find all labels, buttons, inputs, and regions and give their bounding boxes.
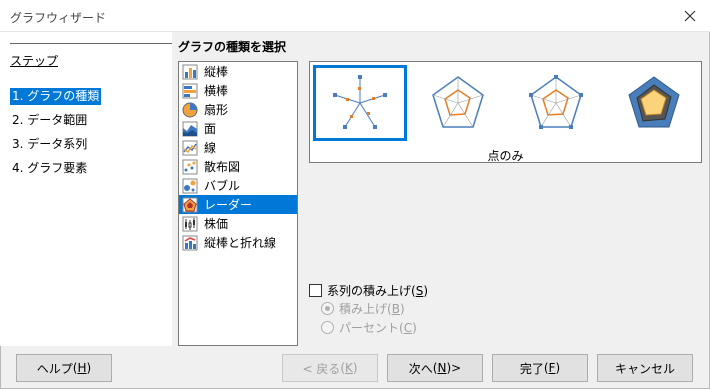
chart-type-scatter[interactable]: 散布図 bbox=[179, 157, 297, 176]
stack-label: 積み上げ(B) bbox=[339, 302, 405, 316]
chart-type-area[interactable]: 面 bbox=[179, 119, 297, 138]
steps-pane: ステップ 1. グラフの種類 2. データ範囲 3. データ系列 4. グラフ要… bbox=[0, 32, 172, 346]
steps-list: 1. グラフの種類 2. データ範囲 3. データ系列 4. グラフ要素 bbox=[10, 88, 102, 184]
variant-radar-filled[interactable] bbox=[607, 65, 701, 141]
chart-variant-panel: 点のみ bbox=[309, 61, 702, 163]
column-chart-icon bbox=[182, 64, 198, 79]
step-data-series[interactable]: 3. データ系列 bbox=[10, 136, 89, 153]
bubble-chart-icon bbox=[182, 178, 198, 193]
next-button[interactable]: 次へ(N) > bbox=[387, 354, 483, 382]
bar-chart-icon bbox=[182, 83, 198, 98]
scatter-chart-icon bbox=[182, 159, 198, 174]
chart-type-label: 散布図 bbox=[204, 160, 241, 174]
close-button[interactable] bbox=[678, 4, 702, 28]
window-title: グラフウィザード bbox=[10, 11, 107, 25]
radio-button[interactable] bbox=[321, 302, 334, 315]
chart-type-label: 縦棒 bbox=[204, 65, 229, 79]
checkbox-box[interactable] bbox=[309, 283, 322, 297]
line-chart-icon bbox=[182, 140, 198, 155]
step-chart-elements[interactable]: 4. グラフ要素 bbox=[10, 160, 89, 177]
radar-lines-icon bbox=[432, 76, 484, 128]
stock-chart-icon bbox=[182, 216, 198, 231]
area-chart-icon bbox=[182, 121, 198, 136]
steps-divider bbox=[10, 43, 172, 44]
chart-type-label: 縦棒と折れ線 bbox=[204, 236, 277, 250]
cancel-button[interactable]: キャンセル bbox=[597, 354, 693, 382]
variant-label: 点のみ bbox=[487, 149, 524, 163]
chart-type-radar[interactable]: レーダー bbox=[179, 195, 297, 214]
stack-series-checkbox[interactable]: 系列の積み上げ(S) bbox=[309, 281, 428, 299]
radio-button[interactable] bbox=[321, 321, 334, 334]
column-line-chart-icon bbox=[182, 235, 198, 250]
steps-heading: ステップ bbox=[10, 54, 59, 68]
step-chart-type[interactable]: 1. グラフの種類 bbox=[10, 88, 102, 105]
radar-points-only-icon bbox=[333, 75, 387, 129]
chart-type-label: 面 bbox=[204, 122, 217, 136]
help-button[interactable]: ヘルプ(H) bbox=[16, 354, 112, 382]
chart-type-column-line[interactable]: 縦棒と折れ線 bbox=[179, 233, 297, 252]
title-bar: グラフウィザード bbox=[0, 0, 710, 32]
variant-radar-points-only[interactable] bbox=[313, 65, 407, 141]
chart-type-label: 線 bbox=[204, 141, 217, 155]
chart-type-column[interactable]: 縦棒 bbox=[179, 62, 297, 81]
chart-type-bubble[interactable]: バブル bbox=[179, 176, 297, 195]
radar-chart-icon bbox=[182, 197, 198, 212]
section-title: グラフの種類を選択 bbox=[178, 40, 287, 54]
chart-type-label: レーダー bbox=[204, 198, 253, 212]
close-icon bbox=[684, 10, 696, 22]
finish-button[interactable]: 完了(F) bbox=[492, 354, 588, 382]
percent-radio[interactable]: パーセント(C) bbox=[321, 318, 428, 337]
step-data-range[interactable]: 2. データ範囲 bbox=[10, 112, 89, 129]
chart-type-label: 株価 bbox=[204, 217, 229, 231]
chart-type-label: バブル bbox=[204, 179, 241, 193]
pie-chart-icon bbox=[182, 102, 198, 117]
variant-radar-lines[interactable] bbox=[411, 65, 505, 141]
stack-radio[interactable]: 積み上げ(B) bbox=[321, 299, 428, 318]
chart-type-bar[interactable]: 横棒 bbox=[179, 81, 297, 100]
chart-type-stock[interactable]: 株価 bbox=[179, 214, 297, 233]
radar-filled-icon bbox=[628, 76, 680, 128]
variant-radar-lines-and-points[interactable] bbox=[509, 65, 603, 141]
back-button[interactable]: < 戻る(K) bbox=[282, 354, 378, 382]
chart-type-line[interactable]: 線 bbox=[179, 138, 297, 157]
stack-series-label: 系列の積み上げ(S) bbox=[327, 283, 429, 298]
chart-type-label: 扇形 bbox=[204, 103, 229, 117]
chart-type-pie[interactable]: 扇形 bbox=[179, 100, 297, 119]
chart-type-list[interactable]: 縦棒 横棒 扇形 面 線 散布図 バブル レーダー 株価 縦棒と折れ線 bbox=[178, 61, 298, 346]
stack-options: 系列の積み上げ(S) 積み上げ(B) パーセント(C) bbox=[309, 281, 428, 337]
radar-lines-and-points-icon bbox=[529, 75, 583, 129]
percent-label: パーセント(C) bbox=[339, 321, 417, 335]
chart-type-label: 横棒 bbox=[204, 84, 229, 98]
